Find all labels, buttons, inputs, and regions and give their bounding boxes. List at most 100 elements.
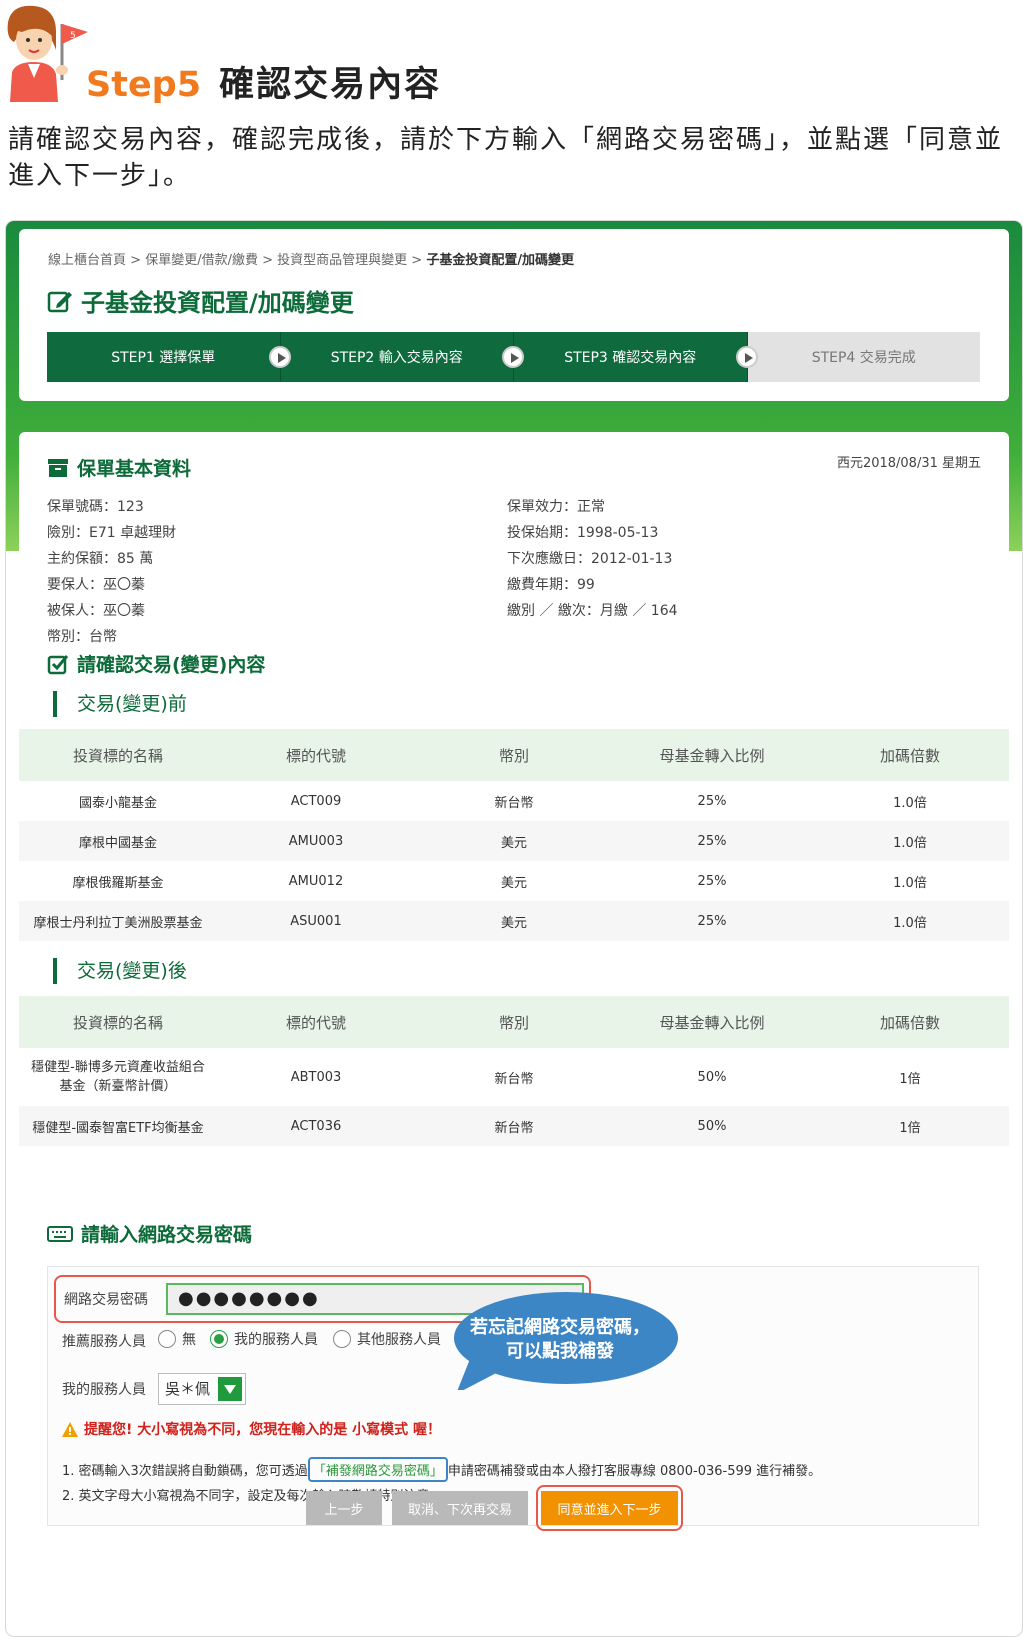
cancel-button[interactable]: 取消、下次再交易 [392, 1491, 528, 1525]
cell: 1.0倍 [893, 875, 927, 891]
step-arrow-icon [268, 346, 291, 368]
col-ratio: 母基金轉入比例 [613, 996, 811, 1048]
password-section-title: 請輸入網路交易密碼 [47, 1220, 252, 1247]
note-1-post: 申請密碼補發或由本人撥打客服專線 0800-036-599 進行補發。 [447, 1464, 822, 1479]
cell: 穩健型-聯博多元資產收益組合 基金（新臺幣計價） [31, 1060, 205, 1094]
radio-other-agent[interactable]: 其他服務人員 [333, 1329, 441, 1349]
capslock-warning: 提醒您! 大小寫視為不同，您現在輸入的是 小寫模式 喔！ [62, 1419, 441, 1439]
table-row: 穩健型-國泰智富ETF均衡基金 ACT036 新台幣 50% 1倍 [19, 1106, 1009, 1146]
step-heading: 確認交易內容 [219, 65, 442, 105]
cell: ABT003 [290, 1069, 342, 1085]
cell: 摩根士丹利拉丁美洲股票基金 [19, 901, 217, 941]
progress-steps: STEP1 選擇保單 STEP2 輸入交易內容 STEP3 確認交易內容 STE… [47, 332, 980, 382]
breadcrumb-investment[interactable]: 投資型商品管理與變更 [277, 253, 407, 268]
my-agent-label: 我的服務人員 [62, 1382, 146, 1398]
archive-icon [48, 458, 68, 477]
radio-other-agent-label: 其他服務人員 [357, 1332, 441, 1348]
table-row: 摩根士丹利拉丁美洲股票基金 ASU001 美元 25% 1.0倍 [19, 901, 1009, 941]
step-1: STEP1 選擇保單 [47, 332, 291, 382]
radio-circle[interactable] [210, 1330, 228, 1348]
note-2: 2. 英文字母大小寫視為不同字，設定及每次輸入時敬請特別注意。 [62, 1489, 443, 1504]
date-text: 西元2018/08/31 星期五 [836, 456, 981, 471]
breadcrumb: 線上櫃台首頁 > 保單變更/借款/繳費 > 投資型商品管理與變更 > 子基金投資… [48, 253, 575, 268]
cell: 新台幣 [494, 1071, 534, 1087]
policy-holder: 要保人：巫〇蓁 [47, 577, 145, 593]
agent-select[interactable]: 吳＊佩 [158, 1373, 246, 1405]
confirm-title: 請確認交易(變更)內容 [77, 654, 266, 676]
note-1: 1. 密碼輸入3次錯誤將自動鎖碼，您可透過 「補發網路交易密碼」 申請密碼補發或由本… [62, 1457, 821, 1482]
cell: 50% [613, 1106, 811, 1146]
radio-my-agent[interactable]: 我的服務人員 [210, 1329, 318, 1349]
step-2-label: STEP2 輸入交易內容 [330, 350, 463, 366]
cell: 1.0倍 [811, 821, 1009, 861]
policy-title: 保單基本資料 [77, 458, 192, 480]
policy-status: 保單效力：正常 [507, 499, 605, 515]
policy-section-title: 保單基本資料 [47, 454, 191, 481]
prev-button[interactable]: 上一步 [306, 1491, 382, 1525]
cell: 25% [697, 873, 727, 889]
radio-none[interactable]: 無 [158, 1329, 196, 1349]
before-table: 投資標的名稱 標的代號 幣別 母基金轉入比例 加碼倍數 國泰小龍基金 ACT009… [19, 729, 1009, 941]
radio-circle[interactable] [158, 1330, 176, 1348]
cell: AMU012 [288, 873, 344, 889]
next-due-date: 下次應繳日：2012-01-13 [507, 551, 673, 567]
checkbox-icon [47, 654, 69, 674]
cell: 1.0倍 [811, 901, 1009, 941]
cell: ASU001 [217, 901, 415, 941]
intro-text: 請確認交易內容，確認完成後，請於下方輸入「網路交易密碼」，並點選「同意並進入下一… [8, 125, 1004, 191]
cell: 穩健型-國泰智富ETF均衡基金 [19, 1106, 217, 1146]
table-header-row: 投資標的名稱 標的代號 幣別 母基金轉入比例 加碼倍數 [19, 729, 1009, 781]
page-header-card: 線上櫃台首頁 > 保單變更/借款/繳費 > 投資型商品管理與變更 > 子基金投資… [19, 229, 1009, 401]
edit-icon [47, 291, 72, 312]
page-title-text: 子基金投資配置/加碼變更 [81, 289, 354, 317]
policy-info-right: 保單效力：正常 投保始期：1998-05-13 下次應繳日：2012-01-13… [507, 494, 678, 624]
breadcrumb-home[interactable]: 線上櫃台首頁 [48, 253, 126, 268]
mascot-illustration: 5 [7, 5, 88, 102]
after-title: 交易(變更)後 [53, 958, 187, 984]
cell: 摩根中國基金 [19, 821, 217, 861]
cell: 新台幣 [494, 795, 534, 811]
tutorial-header: 5 Step5 確認交易內容 請確認交易內容，確認完成後，請於下方輸入「網路交易密… [0, 0, 1023, 191]
col-name: 投資標的名稱 [19, 729, 217, 781]
cell: 25% [613, 821, 811, 861]
policy-amount: 主約保額：85 萬 [47, 551, 154, 567]
cell: ACT036 [217, 1106, 415, 1146]
after-table: 投資標的名稱 標的代號 幣別 母基金轉入比例 加碼倍數 穩健型-聯博多元資產收益… [19, 996, 1009, 1146]
table-row: 國泰小龍基金 ACT009 新台幣 25% 1.0倍 [19, 781, 1009, 821]
breadcrumb-policy-change[interactable]: 保單變更/借款/繳費 [145, 253, 258, 268]
cell: 25% [697, 793, 727, 809]
col-currency: 幣別 [415, 729, 613, 781]
currency: 幣別：台幣 [47, 629, 117, 645]
agent-select-value: 吳＊佩 [165, 1380, 211, 1398]
cell: 美元 [500, 875, 527, 891]
chevron-down-icon[interactable] [218, 1377, 242, 1401]
radio-none-label: 無 [182, 1332, 196, 1348]
col-multiplier: 加碼倍數 [811, 729, 1009, 781]
step-4: STEP4 交易完成 [747, 332, 980, 382]
callout-line-2: 可以點我補發 [506, 1341, 614, 1362]
reissue-password-link[interactable]: 「補發網路交易密碼」 [307, 1457, 448, 1482]
callout-text: 若忘記網路交易密碼， 可以點我補發 [452, 1316, 668, 1364]
cell: 1.0倍 [893, 795, 927, 811]
radio-my-agent-label: 我的服務人員 [234, 1332, 318, 1348]
agree-next-button[interactable]: 同意並進入下一步 [541, 1491, 678, 1525]
step-1-label: STEP1 選擇保單 [111, 350, 216, 366]
cell: AMU003 [217, 821, 415, 861]
policy-type: 險別：E71 卓越理財 [47, 525, 177, 541]
page-title: 子基金投資配置/加碼變更 [47, 283, 354, 318]
payment-years: 繳費年期：99 [507, 577, 595, 593]
payment-frequency: 繳別 ／ 繳次：月繳 ／ 164 [507, 603, 678, 619]
cell: ACT009 [290, 793, 342, 809]
col-code: 標的代號 [217, 996, 415, 1048]
cell: 50% [697, 1069, 727, 1085]
radio-circle[interactable] [333, 1330, 351, 1348]
cell: 新台幣 [415, 1106, 613, 1146]
policy-info-left: 保單號碼：123 險別：E71 卓越理財 主約保額：85 萬 要保人：巫〇蓁 被… [47, 494, 176, 650]
table-row: 穩健型-聯博多元資產收益組合 基金（新臺幣計價） ABT003 新台幣 50% 1倍 [19, 1048, 1009, 1106]
before-title: 交易(變更)前 [53, 691, 187, 717]
confirm-section-title: 請確認交易(變更)內容 [47, 650, 265, 677]
cell: 美元 [415, 821, 613, 861]
policy-start: 投保始期：1998-05-13 [507, 525, 659, 541]
step-arrow-icon [502, 346, 524, 368]
table-row: 摩根中國基金 AMU003 美元 25% 1.0倍 [19, 821, 1009, 861]
